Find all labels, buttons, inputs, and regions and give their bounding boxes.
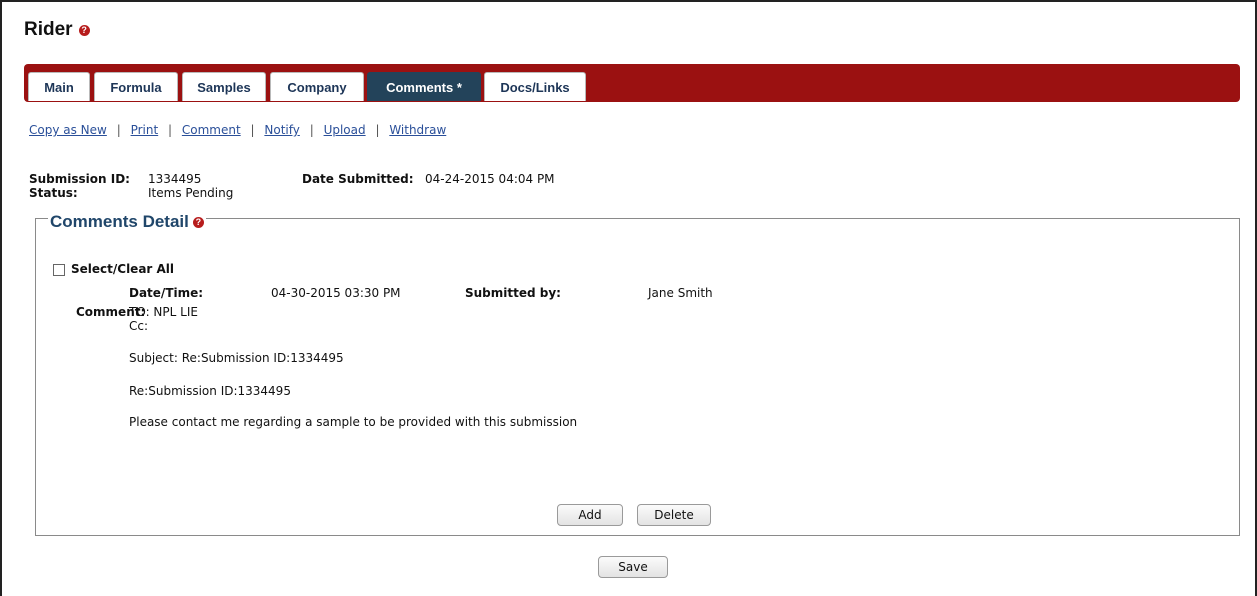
submission-id-label: Submission ID: [29, 172, 130, 186]
comment-line: Subject: Re:Submission ID:1334495 [129, 351, 344, 365]
select-all-label: Select/Clear All [71, 262, 175, 276]
datetime-label: Date/Time: [129, 286, 204, 300]
separator: | [168, 123, 173, 137]
upload-link[interactable]: Upload [324, 123, 366, 137]
save-button[interactable]: Save [598, 556, 668, 578]
copy-as-new-link[interactable]: Copy as New [29, 123, 107, 137]
comment-line: Cc: [129, 319, 149, 333]
comment-link[interactable]: Comment [182, 123, 241, 137]
page-title-text: Rider [24, 19, 73, 40]
separator: | [309, 123, 314, 137]
date-submitted-label: Date Submitted: [302, 172, 414, 186]
tab-formula[interactable]: Formula [94, 72, 178, 101]
submitted-by-label: Submitted by: [465, 286, 561, 300]
select-all-checkbox[interactable] [53, 263, 65, 276]
date-submitted-value: 04-24-2015 04:04 PM [425, 172, 555, 186]
datetime-value: 04-30-2015 03:30 PM [271, 286, 401, 300]
help-icon[interactable]: ? [78, 24, 90, 36]
status-label: Status: [29, 186, 78, 200]
tab-comments[interactable]: Comments * [367, 72, 481, 101]
tab-bar: Main Formula Samples Company Comments * … [24, 64, 1240, 102]
tab-main[interactable]: Main [28, 72, 90, 101]
tab-company[interactable]: Company [270, 72, 364, 101]
delete-button[interactable]: Delete [637, 504, 711, 526]
separator: | [250, 123, 255, 137]
print-link[interactable]: Print [131, 123, 159, 137]
submission-id-value: 1334495 [148, 172, 202, 186]
submitted-by-value: Jane Smith [648, 286, 713, 300]
withdraw-link[interactable]: Withdraw [389, 123, 446, 137]
help-icon[interactable]: ? [192, 216, 204, 228]
tab-samples[interactable]: Samples [182, 72, 266, 101]
page-title: Rider ? [24, 19, 90, 41]
comments-detail-title: Comments Detail [50, 212, 189, 231]
notify-link[interactable]: Notify [264, 123, 299, 137]
comments-detail-legend: Comments Detail ? [48, 212, 206, 232]
comment-line: Re:Submission ID:1334495 [129, 384, 291, 398]
select-clear-all[interactable]: Select/Clear All [53, 262, 174, 276]
comment-line: Please contact me regarding a sample to … [129, 415, 578, 429]
status-value: Items Pending [148, 186, 234, 200]
comments-detail-panel [35, 218, 1240, 536]
action-links: Copy as New | Print | Comment | Notify |… [29, 123, 446, 137]
separator: | [375, 123, 380, 137]
separator: | [116, 123, 121, 137]
add-button[interactable]: Add [557, 504, 623, 526]
tab-docs-links[interactable]: Docs/Links [484, 72, 586, 101]
comment-line: TO: NPL LIE [129, 305, 198, 319]
